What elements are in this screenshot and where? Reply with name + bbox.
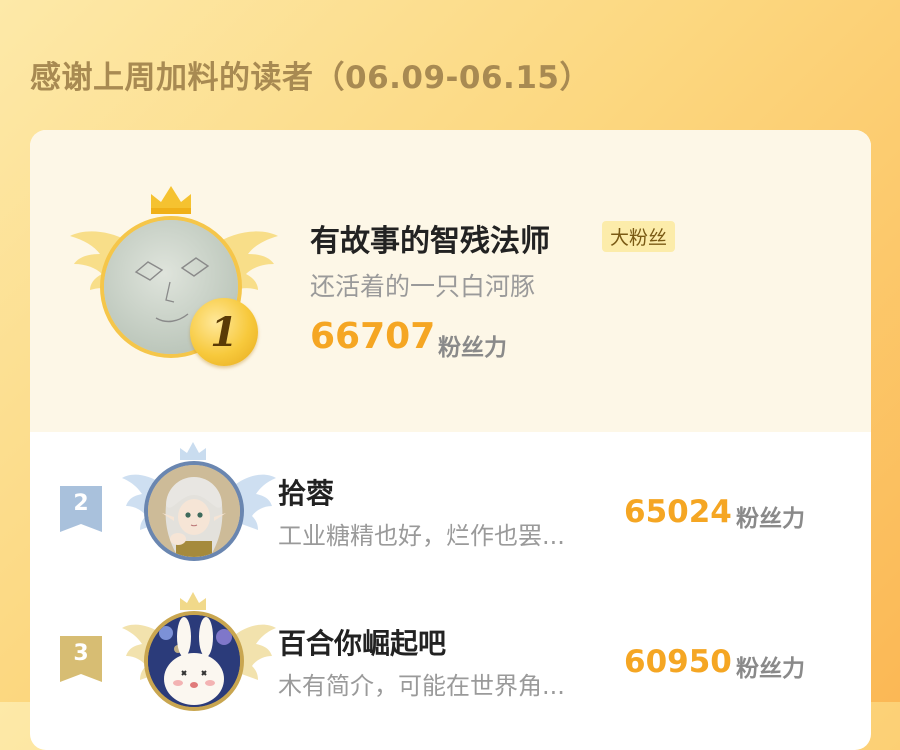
crown-icon (151, 186, 191, 214)
leaderboard-card: 1 有故事的智残法师 大粉丝 还活着的一只白河豚 66707 粉丝力 2 拾蓉 … (30, 130, 871, 750)
top-fan-bio: 还活着的一只白河豚 (310, 272, 536, 301)
top-fan-entry[interactable]: 1 有故事的智残法师 大粉丝 还活着的一只白河豚 66707 粉丝力 (30, 130, 871, 432)
fan-bio: 工业糖精也好，烂作也罢... (278, 522, 565, 550)
rank-1-medal: 1 (190, 298, 258, 366)
fan-name[interactable]: 百合你崛起吧 (278, 622, 446, 662)
fan-score: 65024 (624, 494, 732, 530)
fan-name[interactable]: 拾蓉 (278, 472, 334, 512)
top-fan-name[interactable]: 有故事的智残法师 (310, 216, 550, 260)
top-fan-score-unit: 粉丝力 (438, 335, 507, 361)
fan-score: 60950 (624, 644, 732, 680)
list-item[interactable]: 2 拾蓉 工业糖精也好，烂作也罢... 65024 粉丝力 (30, 432, 871, 582)
rank-number: 2 (73, 491, 89, 516)
crown-icon (180, 592, 206, 610)
top-fan-score: 66707 (310, 316, 436, 357)
bunny-avatar-icon[interactable] (144, 611, 244, 711)
list-item[interactable]: 3 百合你崛起吧 木有简介，可能在世界角... 60950 粉丝力 (30, 582, 871, 732)
page-title: 感谢上周加料的读者（06.09-06.15） (30, 60, 591, 96)
fan-bio: 木有简介，可能在世界角... (278, 672, 565, 700)
fan-score-unit: 粉丝力 (736, 506, 805, 532)
crown-icon (180, 442, 206, 460)
fan-level-badge: 大粉丝 (602, 221, 676, 252)
rank-number: 3 (73, 641, 89, 666)
fan-score-unit: 粉丝力 (736, 656, 805, 682)
anime-elf-avatar-icon[interactable] (144, 461, 244, 561)
